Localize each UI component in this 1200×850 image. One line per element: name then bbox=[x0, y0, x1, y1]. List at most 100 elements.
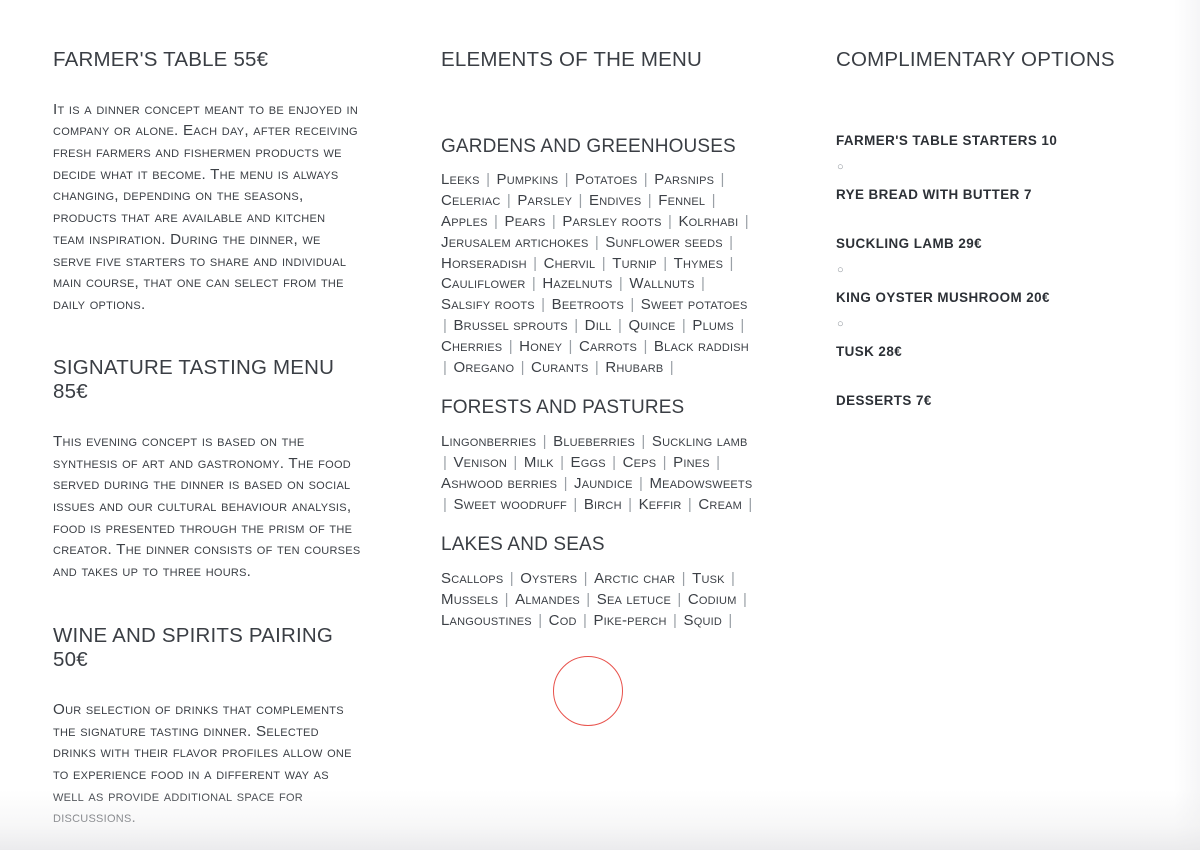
list-separator: | bbox=[586, 590, 595, 608]
list-separator: | bbox=[594, 358, 604, 376]
list-separator: | bbox=[520, 358, 530, 376]
block-text-wine-pairing: Our selection of drinks that complements… bbox=[53, 700, 352, 827]
list-separator: | bbox=[663, 254, 672, 272]
ingredient-item: Parsley roots bbox=[562, 212, 666, 230]
ingredient-list-gardens-and-greenhouses: Leeks | Pumpkins | Potatoes | Parsnips |… bbox=[441, 170, 756, 378]
ingredient-item: Horseradish bbox=[441, 254, 532, 272]
ingredient-item: Plums bbox=[692, 316, 739, 334]
option-group-1: SUCKLING LAMB 29€ ○ KING OYSTER MUSHROOM 2… bbox=[836, 236, 1136, 360]
list-separator: | bbox=[628, 495, 637, 513]
list-separator: | bbox=[643, 337, 652, 355]
ingredient-item: Sweet woodruff bbox=[453, 495, 572, 513]
list-separator: | bbox=[667, 212, 677, 230]
list-separator: | bbox=[744, 212, 749, 230]
list-separator: | bbox=[494, 212, 503, 230]
ingredient-item: Endives bbox=[589, 192, 646, 210]
page-title-complimentary-options: COMPLIMENTARY OPTIONS bbox=[836, 48, 1115, 71]
list-separator: | bbox=[618, 275, 628, 293]
list-separator: | bbox=[574, 316, 583, 334]
section-title-lakes-and-seas: LAKES AND SEAS bbox=[441, 534, 605, 556]
ingredient-item: Thymes bbox=[673, 254, 728, 272]
ingredient-item: Pears bbox=[504, 212, 550, 230]
menu-section-gardens-and-greenhouses: GARDENS AND GREENHOUSES Leeks | Pumpkins… bbox=[441, 136, 756, 379]
ingredient-item: Sweet potatoes bbox=[640, 296, 748, 314]
ingredient-item: Carrots bbox=[579, 337, 642, 355]
list-separator: | bbox=[541, 296, 550, 314]
ingredient-item: Oregano bbox=[453, 358, 519, 376]
ingredient-item: Cauliflower bbox=[441, 275, 530, 293]
ingredient-item: Eggs bbox=[570, 453, 611, 471]
ingredient-item: Dill bbox=[584, 316, 616, 334]
list-separator: | bbox=[443, 453, 452, 471]
ingredient-item: Blueberries bbox=[553, 433, 640, 451]
ingredient-item: Squid bbox=[683, 611, 727, 629]
ingredient-item: Oysters bbox=[520, 570, 582, 588]
list-separator: | bbox=[681, 570, 691, 588]
complimentary-option-item: SUCKLING LAMB 29€ bbox=[836, 235, 983, 251]
menu-concept-block-farmers-table: FARMER'S TABLE 55€ It is a dinner concep… bbox=[53, 48, 361, 316]
list-separator: | bbox=[740, 316, 745, 334]
block-title-farmers-table: FARMER'S TABLE 55€ bbox=[53, 48, 269, 71]
ingredient-item: Quince bbox=[628, 316, 680, 334]
ingredient-item: Scallops bbox=[441, 570, 508, 588]
middle-column: ELEMENTS OF THE MENU GARDENS AND GREENHO… bbox=[441, 48, 756, 632]
menu-concept-block-signature-tasting: SIGNATURE TASTING MENU 85€ This evening … bbox=[53, 356, 361, 583]
list-separator: | bbox=[711, 192, 716, 210]
list-separator: | bbox=[506, 192, 516, 210]
ingredient-item: Meadowsweets bbox=[649, 474, 753, 492]
list-separator: | bbox=[677, 590, 686, 608]
ingredient-item: Pines bbox=[673, 453, 715, 471]
ingredient-item: Lingonberries bbox=[441, 433, 541, 451]
ingredient-item: Parsnips bbox=[654, 171, 719, 189]
list-separator: | bbox=[729, 233, 734, 251]
list-separator: | bbox=[582, 611, 592, 629]
ingredient-item: Turnip bbox=[612, 254, 662, 272]
list-separator: | bbox=[542, 433, 552, 451]
complimentary-option-item: RYE BREAD WITH BUTTER 7 bbox=[836, 186, 1032, 202]
list-separator: | bbox=[583, 570, 593, 588]
list-separator: | bbox=[568, 337, 578, 355]
list-separator: | bbox=[662, 453, 672, 471]
left-column: FARMER'S TABLE 55€ It is a dinner concep… bbox=[53, 48, 361, 829]
list-separator: | bbox=[533, 254, 542, 272]
ingredient-item: Hazelnuts bbox=[542, 275, 617, 293]
ingredient-item: Ceps bbox=[622, 453, 661, 471]
circle-bullet-icon: ○ bbox=[837, 317, 844, 330]
list-separator: | bbox=[617, 316, 627, 334]
page-title-elements-of-the-menu: ELEMENTS OF THE MENU bbox=[441, 48, 703, 71]
complimentary-options-groups: FARMER'S TABLE STARTERS 10 ○ RYE BREAD WIT… bbox=[836, 133, 1136, 409]
ingredient-item: Leeks bbox=[441, 171, 485, 189]
list-separator: | bbox=[538, 611, 547, 629]
ingredient-item: Chervil bbox=[543, 254, 600, 272]
ingredient-item: Kolrhabi bbox=[678, 212, 743, 230]
list-separator: | bbox=[509, 570, 519, 588]
list-separator: | bbox=[531, 275, 541, 293]
ingredient-item: Birch bbox=[583, 495, 627, 513]
list-separator: | bbox=[647, 192, 657, 210]
list-separator: | bbox=[673, 611, 682, 629]
red-circle-annotation bbox=[553, 656, 623, 726]
list-separator: | bbox=[639, 474, 648, 492]
option-group-2: DESSERTS 7€ bbox=[836, 393, 1136, 409]
circle-bullet-icon: ○ bbox=[837, 263, 844, 276]
complimentary-option-item: TUSK 28€ bbox=[836, 343, 903, 359]
menu-section-lakes-and-seas: LAKES AND SEAS Scallops | Oysters | Arct… bbox=[441, 534, 756, 631]
ingredient-item: Mussels bbox=[441, 590, 503, 608]
list-separator: | bbox=[716, 453, 721, 471]
ingredient-item: Langoustines bbox=[441, 611, 537, 629]
ingredient-item: Beetroots bbox=[551, 296, 629, 314]
list-separator: | bbox=[513, 453, 522, 471]
block-text-signature-tasting: This evening concept is based on the syn… bbox=[53, 432, 361, 581]
list-separator: | bbox=[687, 495, 697, 513]
ingredient-item: Curants bbox=[531, 358, 593, 376]
list-separator: | bbox=[443, 316, 452, 334]
complimentary-option-item: FARMER'S TABLE STARTERS 10 bbox=[836, 132, 1058, 148]
ingredient-item: Cream bbox=[698, 495, 747, 513]
ingredient-item: Salsify roots bbox=[441, 296, 540, 314]
ingredient-item: Codium bbox=[687, 590, 741, 608]
list-separator: | bbox=[551, 212, 561, 230]
section-title-gardens-and-greenhouses: GARDENS AND GREENHOUSES bbox=[441, 135, 736, 157]
ingredient-item: Honey bbox=[519, 337, 567, 355]
